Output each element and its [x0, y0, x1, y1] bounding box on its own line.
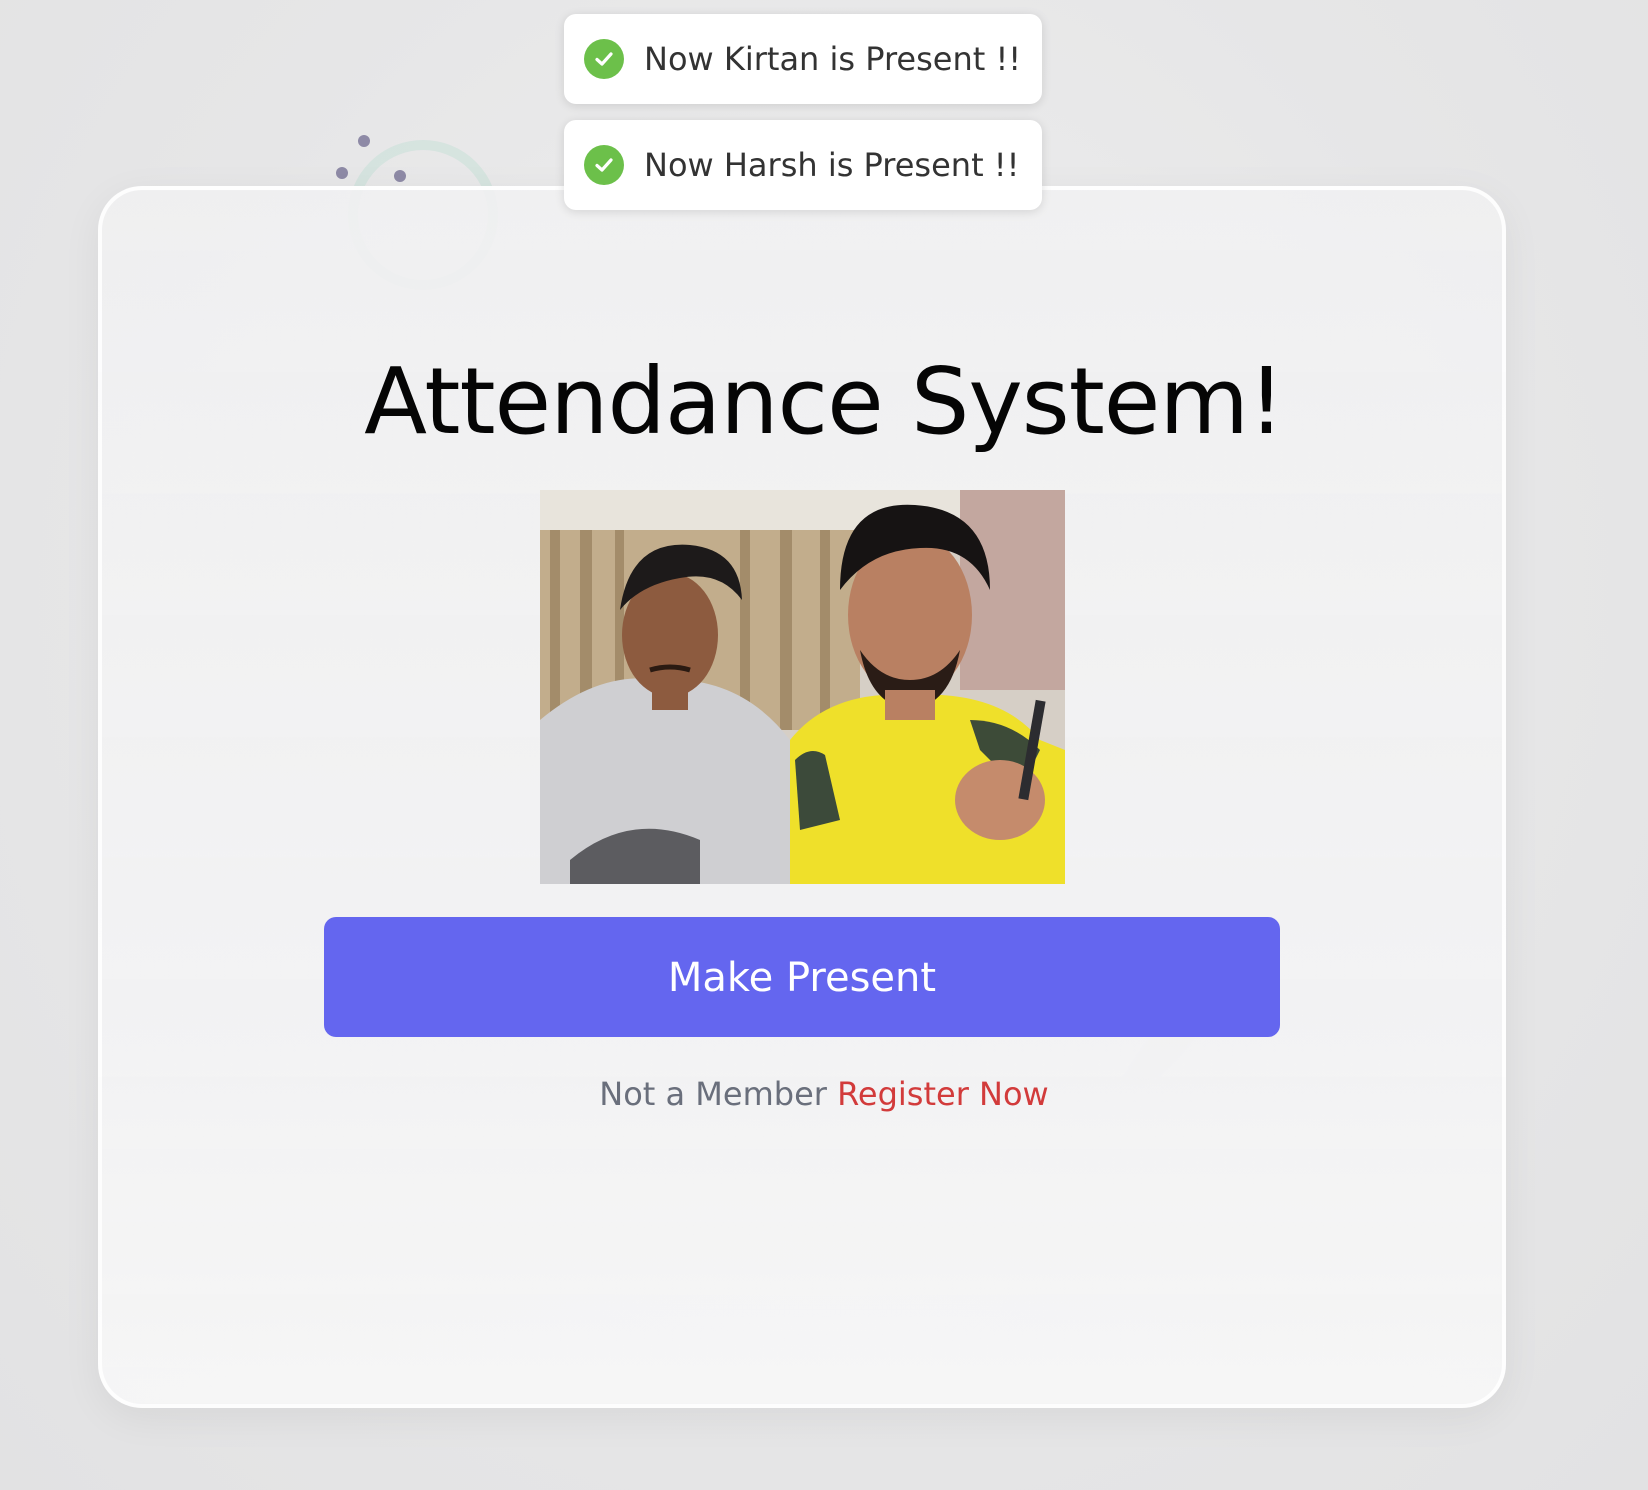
toast-notification: Now Kirtan is Present !! [564, 14, 1042, 104]
decorative-dot [336, 167, 348, 179]
register-now-link[interactable]: Register Now [837, 1075, 1049, 1113]
webcam-feed [540, 490, 1065, 884]
page-background: Attendance System! Make Present Not a Me… [0, 0, 1648, 1490]
check-circle-icon [584, 39, 624, 79]
toast-message: Now Kirtan is Present !! [644, 40, 1022, 78]
toast-message: Now Harsh is Present !! [644, 146, 1020, 184]
register-prompt: Not a Member Register Now [0, 1075, 1648, 1113]
register-prompt-text: Not a Member [599, 1075, 827, 1113]
page-title: Attendance System! [364, 348, 1285, 455]
make-present-button[interactable]: Make Present [324, 917, 1280, 1037]
check-circle-icon [584, 145, 624, 185]
decorative-dot [358, 135, 370, 147]
decorative-dot [394, 170, 406, 182]
webcam-image [540, 490, 1065, 884]
toast-notification: Now Harsh is Present !! [564, 120, 1042, 210]
